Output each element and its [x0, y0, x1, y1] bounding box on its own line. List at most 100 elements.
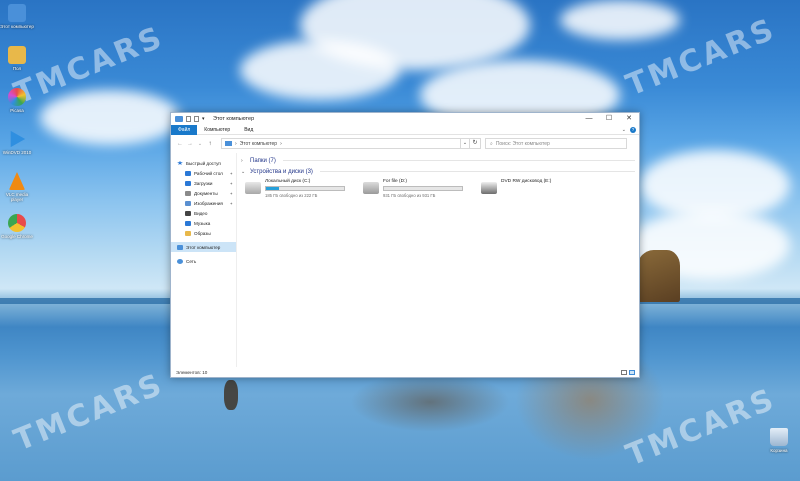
desktop-icon: [185, 170, 191, 176]
desktop-icon-label: Корзина: [770, 448, 788, 453]
address-separator: ›: [235, 140, 237, 147]
tiles-view-icon[interactable]: [629, 369, 635, 375]
drive-free-space: 931 ГБ свободно из 931 ГБ: [383, 193, 436, 198]
desktop-icon-label: VLC media player: [5, 192, 29, 202]
search-placeholder: Поиск: Этот компьютер: [495, 140, 550, 147]
drive-name: For file (D:): [383, 179, 407, 184]
watermark: TMCARS: [9, 366, 170, 459]
computer-icon: [177, 244, 183, 250]
network-icon: [177, 258, 183, 264]
computer-icon: [175, 116, 183, 122]
recent-locations-icon[interactable]: ⌄: [195, 141, 205, 147]
refresh-icon[interactable]: ↻: [470, 138, 481, 149]
sidebar-item-label: Загрузки: [194, 180, 213, 186]
desktop-icon-windvd[interactable]: WinDVD 2010: [0, 130, 34, 155]
sidebar-item-pictures[interactable]: Изображения ✦: [171, 198, 236, 208]
sidebar-item-this-pc[interactable]: Этот компьютер: [171, 242, 236, 252]
new-folder-icon[interactable]: [194, 116, 199, 122]
sidebar-item-downloads[interactable]: Загрузки ✦: [171, 178, 236, 188]
desktop-icon-recycle-bin[interactable]: Корзина: [762, 428, 796, 453]
sidebar-item-desktop[interactable]: Рабочий стол ✦: [171, 168, 236, 178]
collapse-chevron-icon[interactable]: ⌄: [241, 169, 247, 175]
address-separator: ›: [280, 140, 282, 147]
drive-usage-bar: [383, 186, 463, 191]
group-header-devices[interactable]: ⌄ Устройства и диски (3): [241, 166, 635, 177]
windows-drive-icon: [245, 182, 261, 194]
status-bar: Элементов: 10: [171, 367, 639, 377]
content-pane: › Папки (7) ⌄ Устройства и диски (3) Лок…: [237, 153, 639, 367]
search-icon: ⌕: [490, 140, 493, 147]
search-input[interactable]: ⌕ Поиск: Этот компьютер: [485, 138, 627, 149]
drive-name: DVD RW дисковод (E:): [501, 179, 552, 184]
address-path[interactable]: Этот компьютер: [240, 141, 277, 147]
play-icon: [10, 130, 26, 148]
computer-icon: [8, 4, 26, 22]
drive-usage-fill: [266, 187, 280, 190]
drives-list: Локальный диск (C:) 185 ГБ свободно из 2…: [241, 179, 635, 198]
window-title: Этот компьютер: [213, 116, 255, 122]
desktop-icon-vlc[interactable]: VLC media player: [0, 172, 34, 202]
folder-icon: [8, 46, 26, 64]
person-silhouette: [224, 380, 238, 410]
sidebar-item-quick-access[interactable]: Быстрый доступ: [171, 158, 236, 168]
tab-computer[interactable]: Компьютер: [197, 125, 237, 135]
sidebar-item-label: Документы: [194, 190, 218, 196]
image-icon: [185, 200, 191, 206]
title-bar[interactable]: ▾ Этот компьютер — ☐ ✕: [171, 113, 639, 125]
expand-ribbon-icon[interactable]: ⌄: [622, 127, 626, 133]
ribbon: Файл Компьютер Вид ⌄ ?: [171, 124, 639, 135]
details-view-icon[interactable]: [621, 369, 627, 375]
document-icon: [185, 190, 191, 196]
address-dropdown-icon[interactable]: ⌄: [461, 138, 470, 149]
group-title: Папки (7): [250, 157, 276, 164]
divider: [319, 171, 635, 172]
drive-e[interactable]: DVD RW дисковод (E:): [481, 179, 591, 198]
address-field[interactable]: › Этот компьютер ›: [221, 138, 461, 149]
drive-d[interactable]: For file (D:) 931 ГБ свободно из 931 ГБ: [363, 179, 473, 198]
sidebar-item-videos[interactable]: Видео: [171, 208, 236, 218]
pin-icon: ✦: [229, 170, 233, 176]
window-body: Быстрый доступ Рабочий стол ✦ Загрузки ✦…: [171, 153, 639, 367]
desktop-icon-label: Пол: [12, 66, 22, 71]
up-arrow-icon[interactable]: ↑: [205, 141, 215, 147]
sidebar-item-label: Этот компьютер: [186, 244, 221, 250]
group-header-folders[interactable]: › Папки (7): [241, 155, 635, 166]
group-title: Устройства и диски (3): [250, 168, 313, 175]
vlc-cone-icon: [8, 172, 26, 190]
navigation-pane: Быстрый доступ Рабочий стол ✦ Загрузки ✦…: [171, 153, 237, 367]
minimize-button[interactable]: —: [579, 113, 599, 125]
pin-icon: ✦: [229, 190, 233, 196]
close-button[interactable]: ✕: [619, 113, 639, 125]
recycle-bin-icon: [770, 428, 788, 446]
picasa-icon: [8, 88, 26, 106]
forward-arrow-icon[interactable]: →: [185, 141, 195, 147]
sidebar-item-images-folder[interactable]: Образы: [171, 228, 236, 238]
help-button[interactable]: ?: [630, 126, 636, 133]
desktop-icon-picasa[interactable]: Picasa: [0, 88, 34, 113]
quick-access-dropdown-icon[interactable]: ▾: [202, 116, 207, 122]
sidebar-item-label: Изображения: [194, 200, 223, 206]
desktop-icon-label: Google Chrome: [1, 234, 33, 239]
sidebar-item-label: Рабочий стол: [194, 170, 223, 176]
back-arrow-icon[interactable]: ←: [175, 141, 185, 147]
sidebar-item-label: Образы: [194, 230, 211, 236]
hard-drive-icon: [363, 182, 379, 194]
sidebar-item-label: Быстрый доступ: [186, 160, 221, 166]
pin-icon: ✦: [229, 200, 233, 206]
sidebar-item-network[interactable]: Сеть: [171, 256, 236, 266]
tab-view[interactable]: Вид: [237, 125, 260, 135]
divider: [282, 160, 635, 161]
sidebar-item-label: Сеть: [186, 258, 197, 264]
sidebar-item-music[interactable]: Музыка: [171, 218, 236, 228]
drive-name: Локальный диск (C:): [265, 179, 311, 184]
maximize-button[interactable]: ☐: [599, 113, 619, 125]
properties-icon[interactable]: [186, 116, 191, 122]
desktop-icon-user-folder[interactable]: Пол: [0, 46, 34, 71]
expand-chevron-icon[interactable]: ›: [241, 158, 247, 164]
desktop-icon-chrome[interactable]: Google Chrome: [0, 214, 34, 239]
tab-file[interactable]: Файл: [171, 124, 198, 135]
video-icon: [185, 210, 191, 216]
desktop-icon-this-pc[interactable]: Этот компьютер: [0, 4, 34, 29]
sidebar-item-documents[interactable]: Документы ✦: [171, 188, 236, 198]
drive-c[interactable]: Локальный диск (C:) 185 ГБ свободно из 2…: [245, 179, 355, 198]
